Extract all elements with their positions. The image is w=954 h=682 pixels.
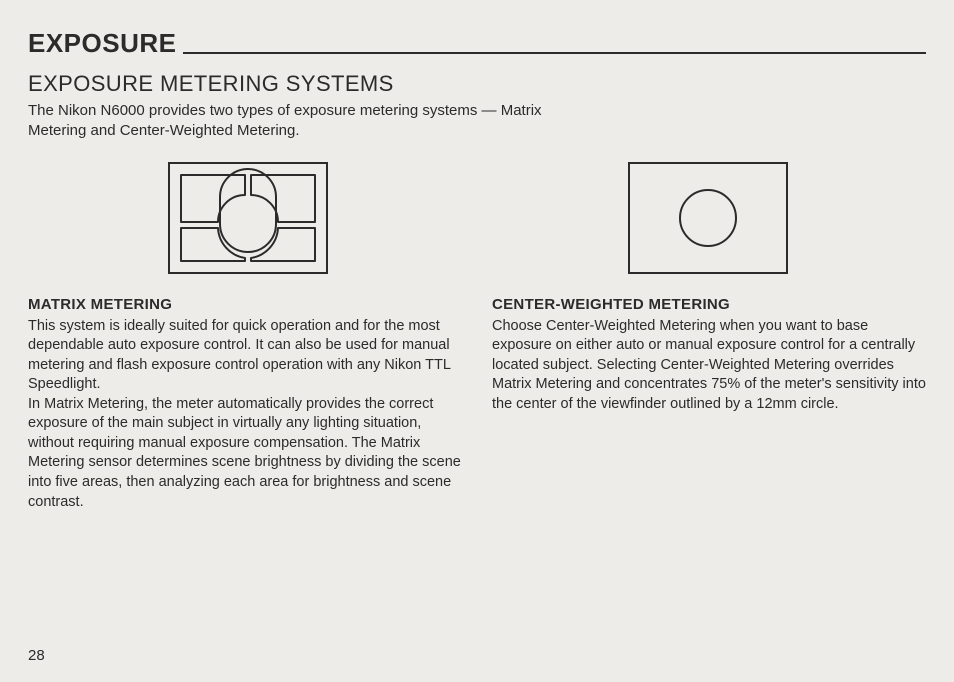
- matrix-paragraph-1: This system is ideally suited for quick …: [28, 317, 462, 395]
- page-number: 28: [28, 647, 45, 664]
- matrix-heading: MATRIX METERING: [28, 296, 462, 313]
- center-heading: CENTER-WEIGHTED METERING: [492, 296, 926, 313]
- matrix-metering-diagram: [168, 162, 328, 274]
- diagrams-row: [28, 162, 926, 274]
- intro-paragraph: The Nikon N6000 provides two types of ex…: [28, 101, 588, 142]
- section-title: EXPOSURE METERING SYSTEMS: [28, 71, 926, 97]
- center-paragraph-1: Choose Center-Weighted Metering when you…: [492, 317, 926, 415]
- matrix-column: MATRIX METERING This system is ideally s…: [28, 296, 462, 513]
- matrix-paragraph-2: In Matrix Metering, the meter automatica…: [28, 395, 462, 512]
- center-weighted-diagram: [628, 162, 788, 274]
- columns: MATRIX METERING This system is ideally s…: [28, 296, 926, 513]
- chapter-title: EXPOSURE: [28, 28, 183, 59]
- center-column: CENTER-WEIGHTED METERING Choose Center-W…: [492, 296, 926, 513]
